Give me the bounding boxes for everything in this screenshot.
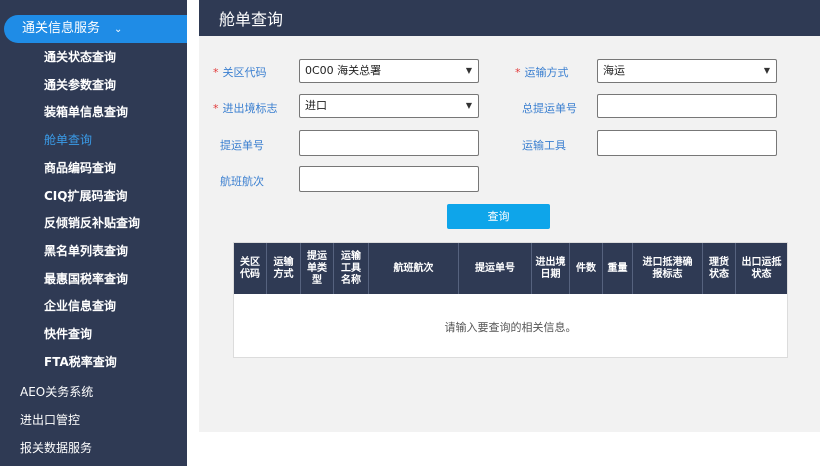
column-header: 进口抵港确 报标志 [633,243,703,294]
column-header: 重量 [603,243,633,294]
transport-mode-select[interactable]: 海运 ▼ [597,59,777,83]
chevron-down-icon: ▼ [465,101,472,110]
sidebar: 通关信息服务 ⌄ 通关状态查询 通关参数查询 装箱单信息查询 舱单查询 商品编码查… [0,0,187,466]
sidebar-item-clearance-status[interactable]: 通关状态查询 [44,48,116,65]
sidebar-item-enterprise-info[interactable]: 企业信息查询 [44,297,116,314]
sidebar-item-clearance-params[interactable]: 通关参数查询 [44,76,116,93]
sidebar-item-mfn-rate[interactable]: 最惠国税率查询 [44,270,128,287]
required-asterisk: * [213,66,219,79]
column-header: 关区 代码 [234,243,267,294]
master-bill-input[interactable] [597,94,777,118]
transport-tool-label: 运输工具 [522,139,566,152]
master-bill-label: 总提运单号 [522,102,577,115]
customs-code-label: * 关区代码 [213,66,267,79]
sidebar-item-ciq-code[interactable]: CIQ扩展码查询 [44,187,127,204]
column-header: 航班航次 [369,243,459,294]
column-header: 出口运抵 状态 [741,256,782,280]
main-panel: 舱单查询 * 关区代码 0C00 海关总署 ▼ * 运输方式 海运 ▼ * 进出境标志… [199,0,820,432]
column-header: 提运单号 [459,243,532,294]
chevron-down-icon: ⌄ [114,24,123,35]
sidebar-item-antidumping[interactable]: 反倾销反补贴查询 [44,214,140,231]
sidebar-item-manifest[interactable]: 舱单查询 [44,131,92,148]
app: 通关信息服务 ⌄ 通关状态查询 通关参数查询 装箱单信息查询 舱单查询 商品编码查… [0,0,827,466]
results-table: 关区 代码 运输 方式 提运 单类 型 运输 工具 名称 航班航次 提运单号 进… [233,242,788,358]
sidebar-group-customs-info[interactable]: 通关信息服务 ⌄ [4,15,187,43]
sidebar-item-packing-list[interactable]: 装箱单信息查询 [44,103,128,120]
voyage-input[interactable] [299,166,479,192]
column-header: 运输 方式 [267,243,301,294]
sidebar-item-fta-rate[interactable]: FTA税率查询 [44,353,117,370]
sidebar-item-aeo[interactable]: AEO关务系统 [20,383,93,400]
customs-code-select[interactable]: 0C00 海关总署 ▼ [299,59,479,83]
page-header: 舱单查询 [199,0,820,36]
required-asterisk: * [515,66,521,79]
sidebar-item-declaration-data[interactable]: 报关数据服务 [20,439,92,456]
column-header: 理货 状态 [703,243,736,294]
chevron-down-icon: ▼ [763,66,770,75]
query-button[interactable]: 查询 [447,204,550,229]
chevron-down-icon: ▼ [465,66,472,75]
column-header: 提运 单类 型 [301,243,334,294]
page-title: 舱单查询 [219,10,284,29]
transport-tool-input[interactable] [597,130,777,156]
sidebar-item-express[interactable]: 快件查询 [44,325,92,342]
column-header: 进出境 日期 [532,243,570,294]
ie-flag-label: * 进出境标志 [213,102,278,115]
transport-mode-label: * 运输方式 [515,66,569,79]
sidebar-item-import-export-control[interactable]: 进出口管控 [20,411,80,428]
bill-no-input[interactable] [299,130,479,156]
column-header: 运输 工具 名称 [334,243,369,294]
sidebar-group-label: 通关信息服务 [22,21,101,36]
voyage-label: 航班航次 [220,175,264,188]
bill-no-label: 提运单号 [220,139,264,152]
sidebar-item-commodity-code[interactable]: 商品编码查询 [44,159,116,176]
table-header: 关区 代码 运输 方式 提运 单类 型 运输 工具 名称 航班航次 提运单号 进… [234,243,787,294]
ie-flag-select[interactable]: 进口 ▼ [299,94,479,118]
empty-message: 请输入要查询的相关信息。 [444,321,577,334]
sidebar-item-blacklist[interactable]: 黑名单列表查询 [44,242,128,259]
column-header: 件数 [570,243,603,294]
required-asterisk: * [213,102,219,115]
